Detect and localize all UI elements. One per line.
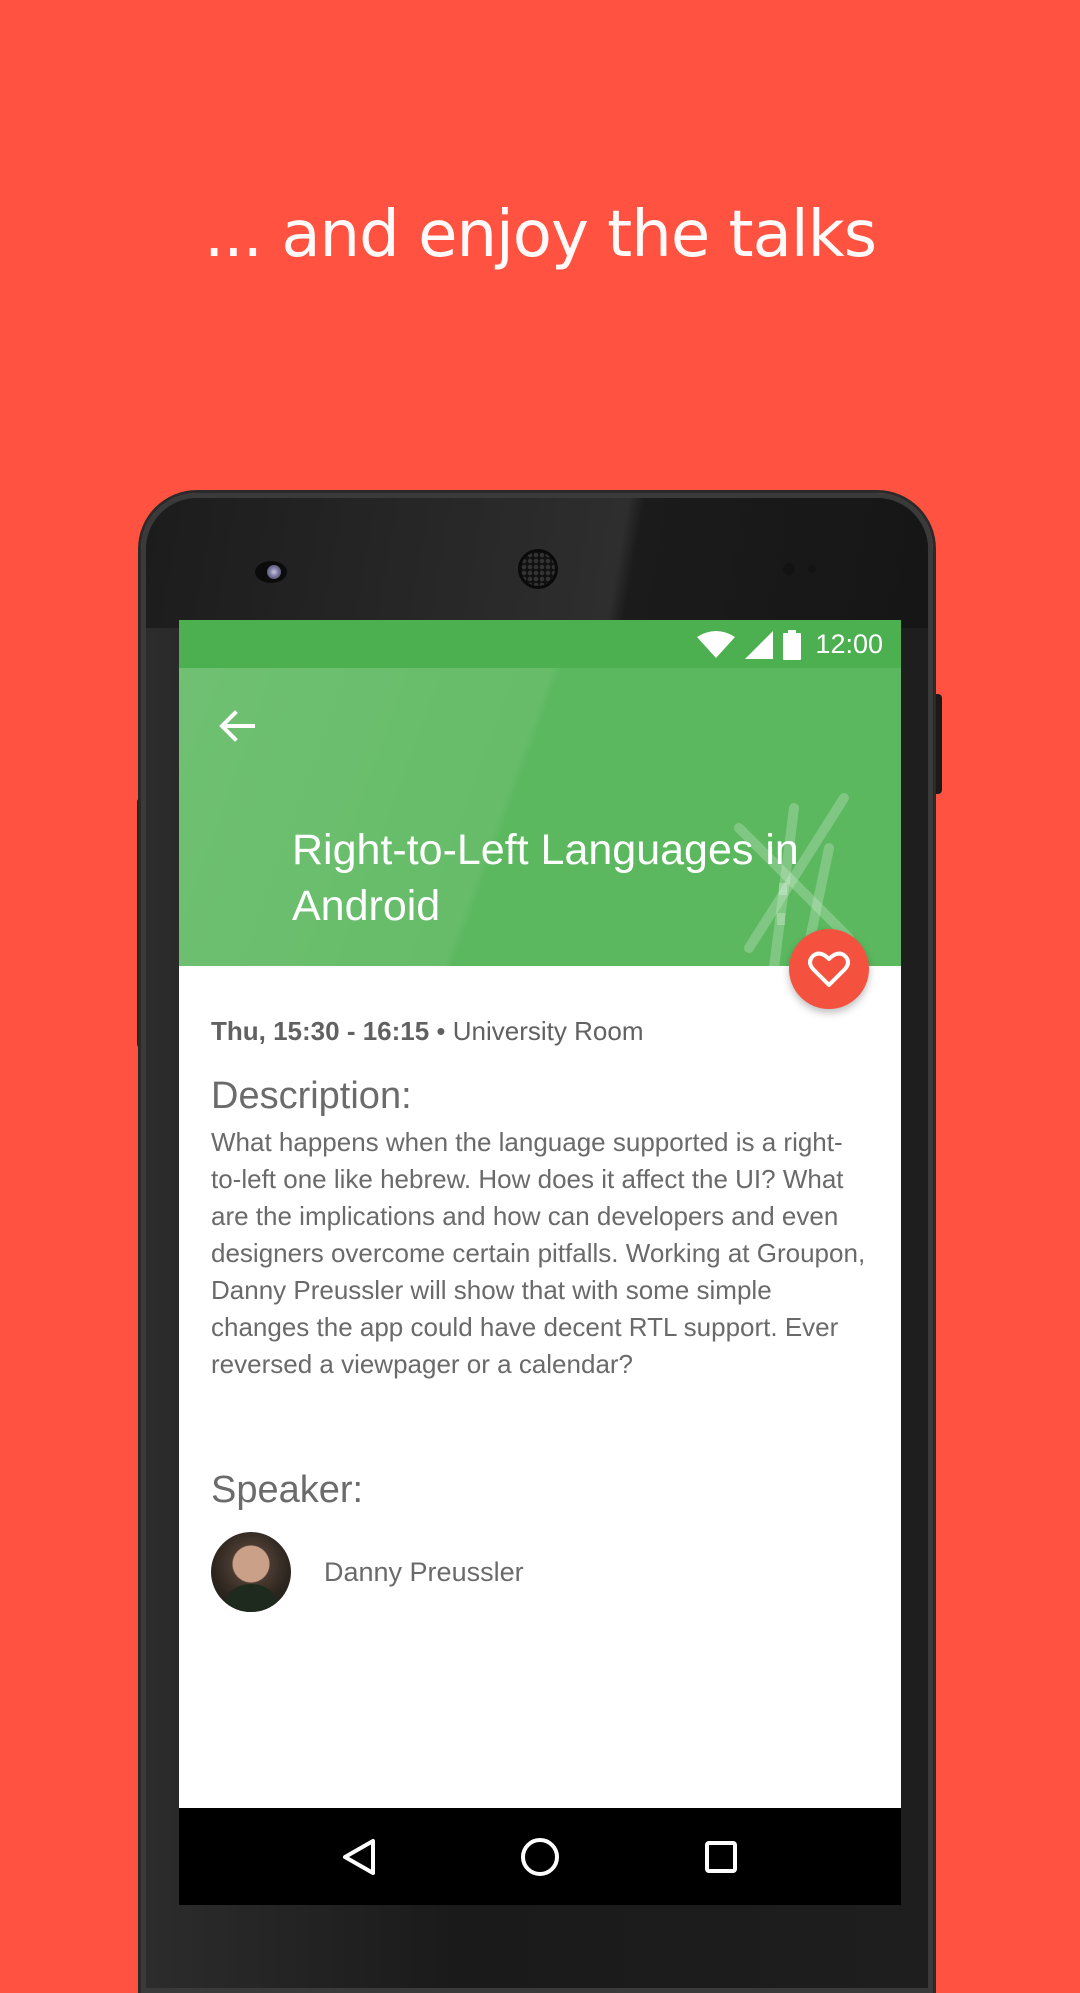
recents-square-icon: [704, 1840, 737, 1873]
wifi-icon: [697, 631, 735, 658]
speaker-name: Danny Preussler: [324, 1556, 524, 1587]
status-icons: [697, 630, 801, 660]
description-heading: Description:: [211, 1075, 412, 1117]
app-bar: Right-to-Left Languages in Android: [179, 668, 901, 966]
favorite-button[interactable]: [789, 929, 869, 1009]
speaker-row[interactable]: Danny Preussler: [211, 1532, 871, 1612]
talk-title: Right-to-Left Languages in Android: [292, 826, 799, 930]
status-time: 12:00: [815, 629, 883, 659]
promo-headline: ... and enjoy the talks: [203, 198, 877, 272]
status-bar: 12:00: [179, 620, 901, 668]
avatar: [211, 1532, 291, 1612]
back-button[interactable]: [209, 698, 265, 754]
arrow-back-icon: [219, 710, 255, 742]
meta-separator: •: [429, 1016, 453, 1046]
back-triangle-icon: [343, 1838, 376, 1875]
cellular-signal-icon: [745, 631, 773, 659]
front-camera: [255, 561, 287, 583]
nav-home-button[interactable]: [510, 1827, 570, 1887]
talk-room: University Room: [452, 1016, 644, 1046]
navigation-bar: [179, 1808, 901, 1905]
talk-details: Thu, 15:30 - 16:15 • University Room Des…: [211, 1016, 871, 1612]
nav-recents-button[interactable]: [691, 1827, 751, 1887]
nav-back-button[interactable]: [329, 1827, 389, 1887]
talk-time: Thu, 15:30 - 16:15: [211, 1016, 430, 1046]
light-sensor: [808, 565, 816, 573]
speaker-heading: Speaker:: [211, 1469, 364, 1511]
description-text: What happens when the language supported…: [211, 1127, 866, 1379]
home-circle-icon: [520, 1837, 559, 1876]
proximity-sensor: [783, 563, 795, 575]
earpiece-speaker: [518, 549, 558, 589]
phone-button-right: [934, 694, 942, 794]
talk-meta: Thu, 15:30 - 16:15 • University Room: [211, 1016, 871, 1047]
battery-icon: [783, 630, 801, 660]
heart-outline-icon: [808, 951, 850, 987]
device-screen: 12:00 Right-to-Left Languages in Android: [179, 620, 901, 1905]
